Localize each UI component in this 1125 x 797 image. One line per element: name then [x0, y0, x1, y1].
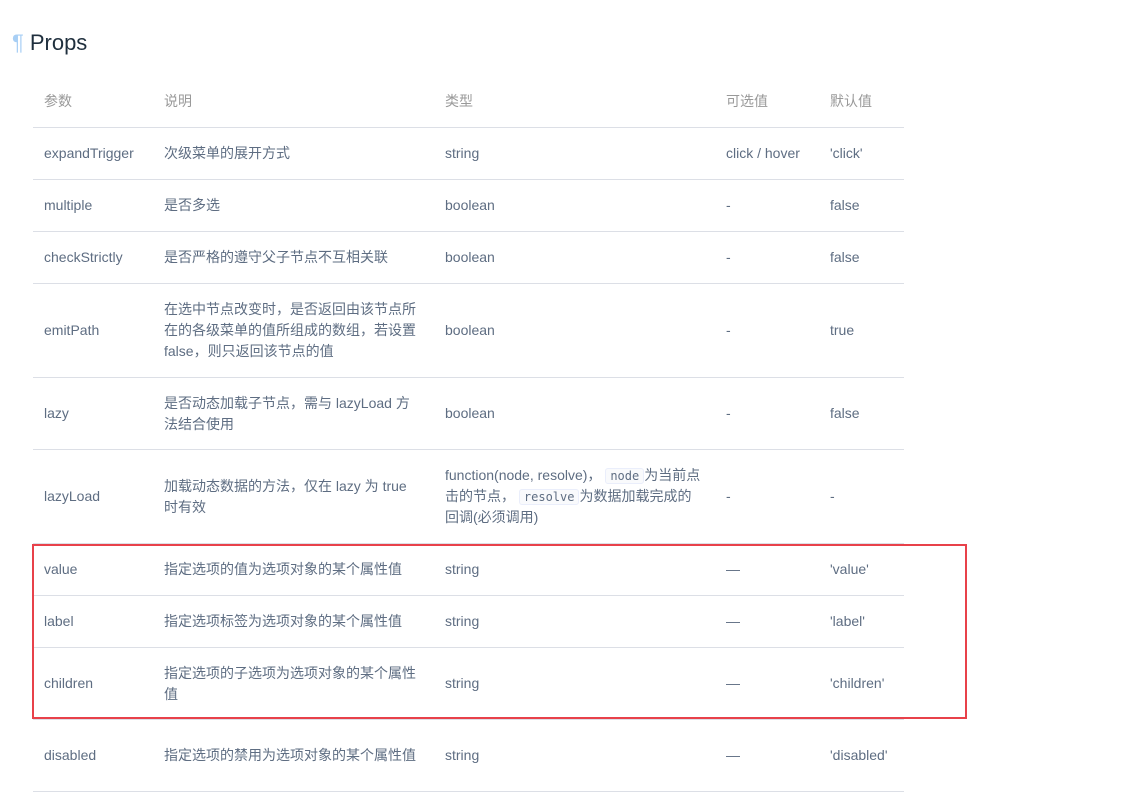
inline-code: resolve — [518, 489, 580, 505]
header-param: 参数 — [33, 75, 153, 128]
cell-description: 次级菜单的展开方式 — [153, 127, 434, 180]
cell-type: string — [434, 719, 715, 792]
cell-param: children — [33, 647, 153, 720]
cell-description: 指定选项的子选项为选项对象的某个属性值 — [153, 647, 434, 720]
cell-default: 'label' — [819, 595, 904, 648]
cell-param: emitPath — [33, 283, 153, 378]
cell-type: boolean — [434, 179, 715, 232]
section-heading: ¶ Props — [12, 28, 87, 58]
header-default: 默认值 — [819, 75, 904, 128]
cell-default: true — [819, 283, 904, 378]
cell-param: checkStrictly — [33, 231, 153, 284]
cell-default: - — [819, 449, 904, 544]
table-row: expandTrigger 次级菜单的展开方式 string click / h… — [33, 127, 904, 180]
cell-default: 'value' — [819, 543, 904, 596]
cell-param: expandTrigger — [33, 127, 153, 180]
cell-type: boolean — [434, 231, 715, 284]
cell-description: 是否多选 — [153, 179, 434, 232]
cell-options: — — [715, 719, 819, 792]
cell-description: 在选中节点改变时，是否返回由该节点所在的各级菜单的值所组成的数组，若设置 fal… — [153, 283, 434, 378]
table-row: lazy 是否动态加载子节点，需与 lazyLoad 方法结合使用 boolea… — [33, 377, 904, 450]
cell-default: 'children' — [819, 647, 904, 720]
table-header-row: 参数 说明 类型 可选值 默认值 — [33, 75, 904, 128]
cell-type: boolean — [434, 377, 715, 450]
cell-description: 是否严格的遵守父子节点不互相关联 — [153, 231, 434, 284]
cell-default: false — [819, 179, 904, 232]
section-title: Props — [29, 30, 88, 55]
props-table: 参数 说明 类型 可选值 默认值 expandTrigger 次级菜单的展开方式… — [33, 75, 904, 792]
cell-options: — — [715, 543, 819, 596]
cell-param: multiple — [33, 179, 153, 232]
cell-options: — — [715, 595, 819, 648]
table-row: checkStrictly 是否严格的遵守父子节点不互相关联 boolean -… — [33, 231, 904, 284]
table-row: emitPath 在选中节点改变时，是否返回由该节点所在的各级菜单的值所组成的数… — [33, 283, 904, 378]
cell-description: 指定选项标签为选项对象的某个属性值 — [153, 595, 434, 648]
header-options: 可选值 — [715, 75, 819, 128]
cell-type: boolean — [434, 283, 715, 378]
cell-default: 'click' — [819, 127, 904, 180]
cell-default: false — [819, 231, 904, 284]
inline-code: node — [605, 468, 645, 484]
cell-default: false — [819, 377, 904, 450]
header-type: 类型 — [434, 75, 715, 128]
cell-type: string — [434, 543, 715, 596]
cell-param: lazy — [33, 377, 153, 450]
cell-options: - — [715, 377, 819, 450]
cell-param: value — [33, 543, 153, 596]
cell-options: - — [715, 449, 819, 544]
cell-param: disabled — [33, 719, 153, 792]
cell-type: string — [434, 595, 715, 648]
cell-description: 指定选项的禁用为选项对象的某个属性值 — [153, 719, 434, 792]
cell-options: - — [715, 283, 819, 378]
cell-type: function(node, resolve)， node 为当前点击的节点， r… — [434, 449, 715, 544]
table-row: disabled 指定选项的禁用为选项对象的某个属性值 string — 'di… — [33, 719, 904, 792]
cell-type: string — [434, 127, 715, 180]
cell-options: - — [715, 231, 819, 284]
table-row: children 指定选项的子选项为选项对象的某个属性值 string — 'c… — [33, 647, 904, 720]
cell-description: 加载动态数据的方法，仅在 lazy 为 true 时有效 — [153, 449, 434, 544]
cell-param: label — [33, 595, 153, 648]
cell-options: click / hover — [715, 127, 819, 180]
table-row: value 指定选项的值为选项对象的某个属性值 string — 'value' — [33, 543, 904, 596]
type-text: function(node, resolve)， — [445, 467, 602, 483]
table-row: multiple 是否多选 boolean - false — [33, 179, 904, 232]
cell-default: 'disabled' — [819, 719, 904, 792]
cell-options: - — [715, 179, 819, 232]
table-row: lazyLoad 加载动态数据的方法，仅在 lazy 为 true 时有效 fu… — [33, 449, 904, 544]
anchor-link-icon[interactable]: ¶ — [12, 32, 24, 54]
cell-options: — — [715, 647, 819, 720]
table-row: label 指定选项标签为选项对象的某个属性值 string — 'label' — [33, 595, 904, 648]
header-description: 说明 — [153, 75, 434, 128]
cell-type: string — [434, 647, 715, 720]
cell-description: 是否动态加载子节点，需与 lazyLoad 方法结合使用 — [153, 377, 434, 450]
cell-param: lazyLoad — [33, 449, 153, 544]
cell-description: 指定选项的值为选项对象的某个属性值 — [153, 543, 434, 596]
